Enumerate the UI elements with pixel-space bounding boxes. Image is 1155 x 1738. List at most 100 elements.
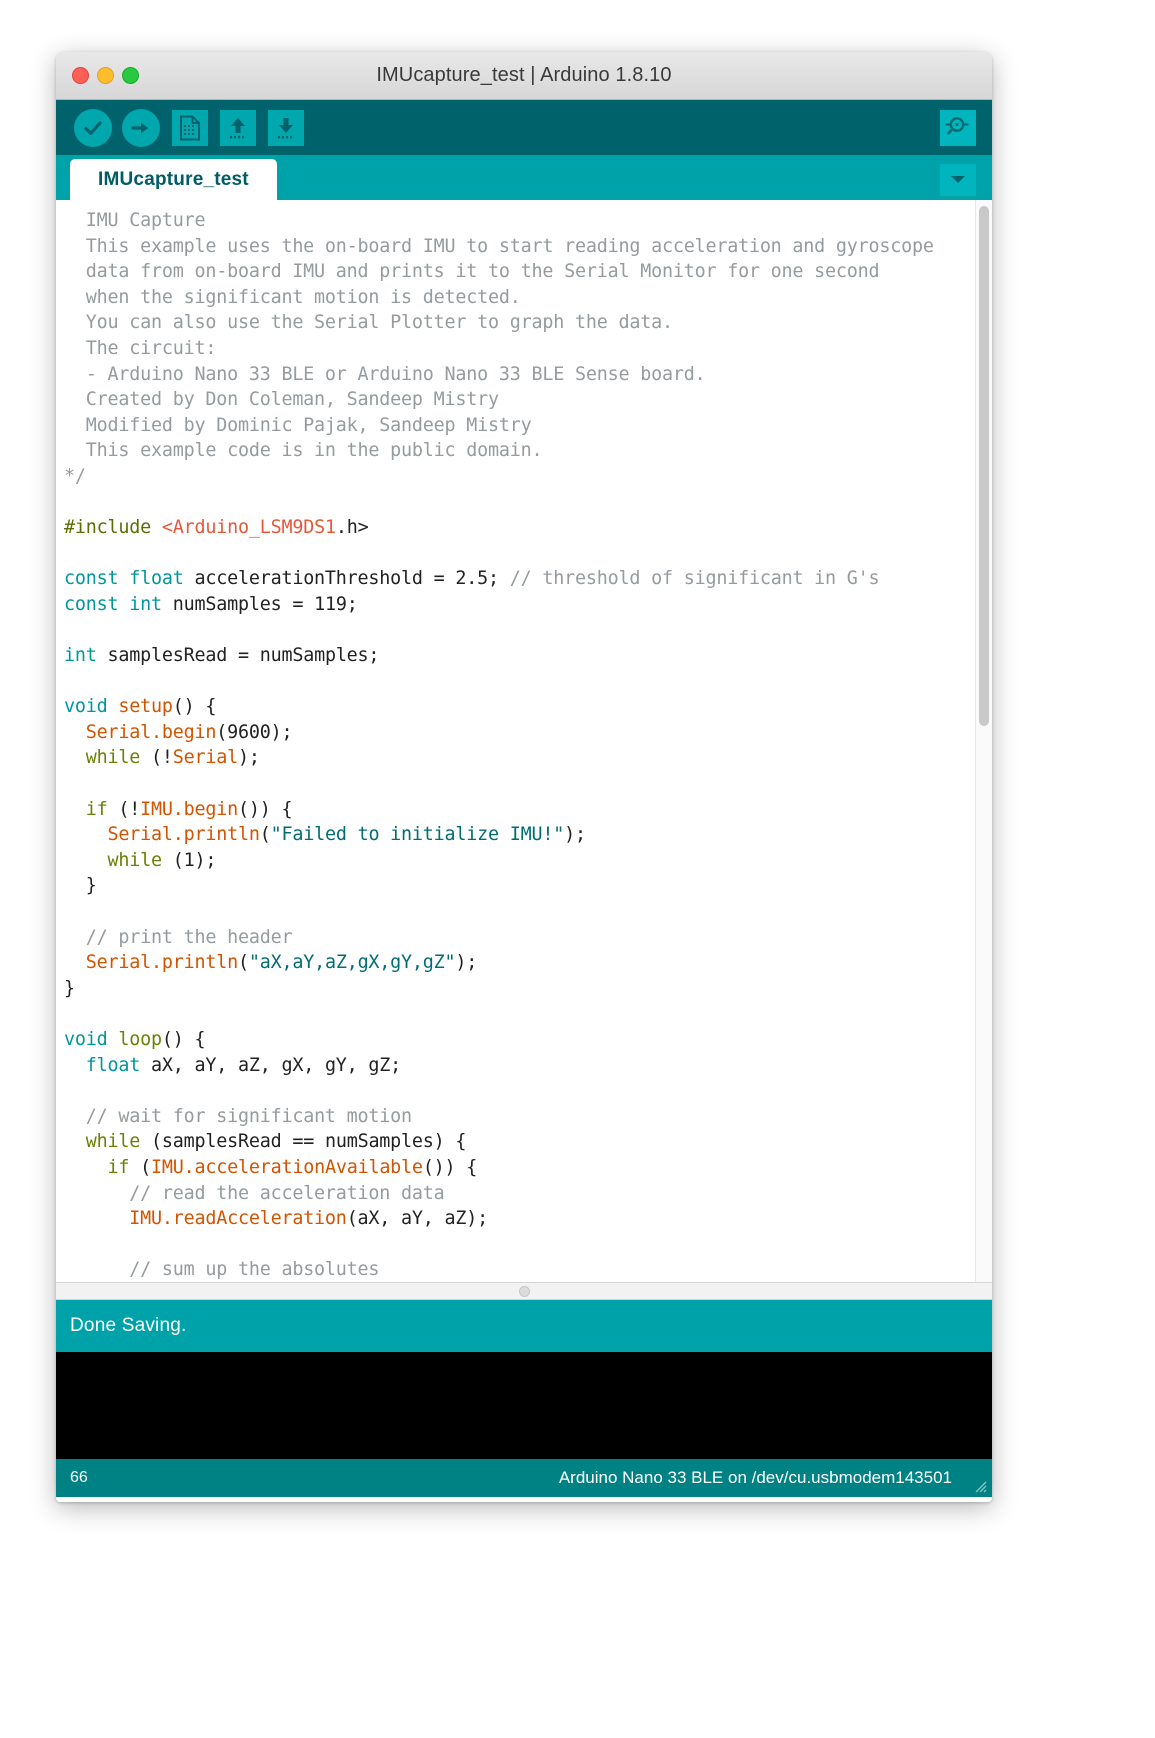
code-token: while: [85, 1131, 141, 1153]
code-token: () {: [172, 696, 217, 718]
code-token: if: [107, 1156, 130, 1178]
open-sketch-button[interactable]: [218, 109, 256, 146]
code-token: void: [64, 696, 119, 718]
code-token: data from on-board IMU and prints it to …: [64, 261, 880, 283]
code-token: // threshold of significant in G's: [509, 568, 880, 590]
code-token: (: [129, 1156, 151, 1178]
code-token: Serial.println: [85, 952, 238, 974]
code-token: const float: [64, 568, 195, 590]
sketch-tabbar: IMUcapture_test: [56, 155, 992, 200]
checkmark-icon: [74, 108, 112, 147]
code-editor[interactable]: IMU Capture This example uses the on-boa…: [56, 200, 992, 1282]
window-title: IMUcapture_test | Arduino 1.8.10: [376, 64, 672, 86]
code-token: );: [564, 824, 586, 846]
code-token: Modified by Dominic Pajak, Sandeep Mistr…: [64, 414, 532, 436]
code-token: (!: [140, 747, 173, 769]
window-controls: [72, 52, 139, 99]
code-token: (samplesRead == numSamples) {: [140, 1131, 467, 1153]
code-token: loop: [118, 1029, 162, 1050]
line-number-indicator: 66: [70, 1469, 88, 1486]
code-token: <Arduino_LSM9DS1: [161, 517, 336, 539]
code-token: }: [64, 875, 97, 897]
code-token: aX, aY, aZ, gX, gY, gZ;: [150, 1054, 402, 1076]
maximize-window-button[interactable]: [122, 67, 139, 84]
code-token: - Arduino Nano 33 BLE or Arduino Nano 33…: [64, 363, 706, 385]
code-token: // wait for significant motion: [85, 1105, 412, 1127]
editor-vertical-scrollbar[interactable]: [975, 200, 992, 1282]
sketch-tab-imucapture-test[interactable]: IMUcapture_test: [70, 159, 277, 200]
serial-monitor-button[interactable]: [940, 109, 976, 146]
code-token: }: [64, 977, 75, 999]
status-message-bar: Done Saving.: [56, 1300, 992, 1352]
code-token: The circuit:: [64, 337, 217, 359]
new-sketch-button[interactable]: [170, 109, 208, 146]
window-titlebar: IMUcapture_test | Arduino 1.8.10: [56, 52, 992, 100]
save-sketch-button[interactable]: [266, 109, 304, 146]
code-token: setup: [118, 696, 173, 718]
editor-console-splitter[interactable]: [56, 1282, 992, 1300]
code-token: // sum up the absolutes: [129, 1259, 380, 1281]
upload-button[interactable]: [122, 108, 160, 147]
code-token: #include: [64, 517, 162, 539]
code-token: numSamples = 119;: [172, 593, 358, 615]
code-token: .h>: [335, 517, 369, 539]
code-token: (9600);: [216, 721, 293, 743]
code-token: const int: [64, 593, 173, 615]
code-token: Serial: [172, 747, 238, 769]
code-token: IMU.accelerationAvailable: [151, 1156, 423, 1178]
code-token: );: [237, 747, 260, 769]
main-toolbar: [56, 100, 992, 155]
code-token: Serial.begin: [85, 721, 217, 743]
code-token: */: [64, 465, 86, 487]
code-token: while: [85, 747, 141, 769]
bottom-status-bar: 66 Arduino Nano 33 BLE on /dev/cu.usbmod…: [56, 1459, 992, 1497]
close-window-button[interactable]: [72, 67, 89, 84]
code-token: (1);: [161, 849, 217, 871]
status-message-text: Done Saving.: [70, 1315, 187, 1336]
chevron-down-icon: [948, 171, 968, 190]
code-token: while: [107, 849, 163, 871]
code-token: IMU Capture: [64, 210, 206, 231]
verify-button[interactable]: [74, 108, 112, 147]
minimize-window-button[interactable]: [97, 67, 114, 84]
code-token: // print the header: [85, 926, 293, 948]
code-token: );: [455, 952, 478, 974]
code-token: when the significant motion is detected.: [64, 286, 521, 308]
console-output[interactable]: [56, 1352, 992, 1459]
editor-scrollbar-thumb[interactable]: [979, 206, 989, 726]
code-token: (!: [107, 798, 141, 820]
resize-grip-icon[interactable]: [970, 1476, 988, 1494]
code-token: () {: [161, 1029, 206, 1050]
code-text[interactable]: IMU Capture This example uses the on-boa…: [56, 200, 976, 1282]
code-token: ()) {: [422, 1156, 478, 1178]
code-token: This example code is in the public domai…: [64, 440, 543, 462]
code-token: You can also use the Serial Plotter to g…: [64, 312, 673, 334]
tab-menu-button[interactable]: [940, 164, 976, 196]
code-token: Serial.println: [107, 824, 260, 846]
code-token: ()) {: [237, 798, 293, 820]
arrow-up-icon: [220, 109, 256, 146]
code-token: "aX,aY,aZ,gX,gY,gZ": [248, 952, 456, 974]
code-token: accelerationThreshold = 2.5;: [194, 568, 510, 590]
board-port-info: Arduino Nano 33 BLE on /dev/cu.usbmodem1…: [558, 1468, 952, 1487]
code-token: (: [259, 824, 271, 846]
splitter-grip-icon[interactable]: [518, 1285, 530, 1297]
code-token: // read the acceleration data: [129, 1182, 445, 1204]
code-token: void: [64, 1029, 119, 1050]
code-token: IMU.begin: [140, 798, 238, 820]
sketch-tab-label: IMUcapture_test: [98, 168, 249, 190]
magnifier-icon: [945, 114, 971, 142]
new-file-icon: [172, 109, 208, 146]
